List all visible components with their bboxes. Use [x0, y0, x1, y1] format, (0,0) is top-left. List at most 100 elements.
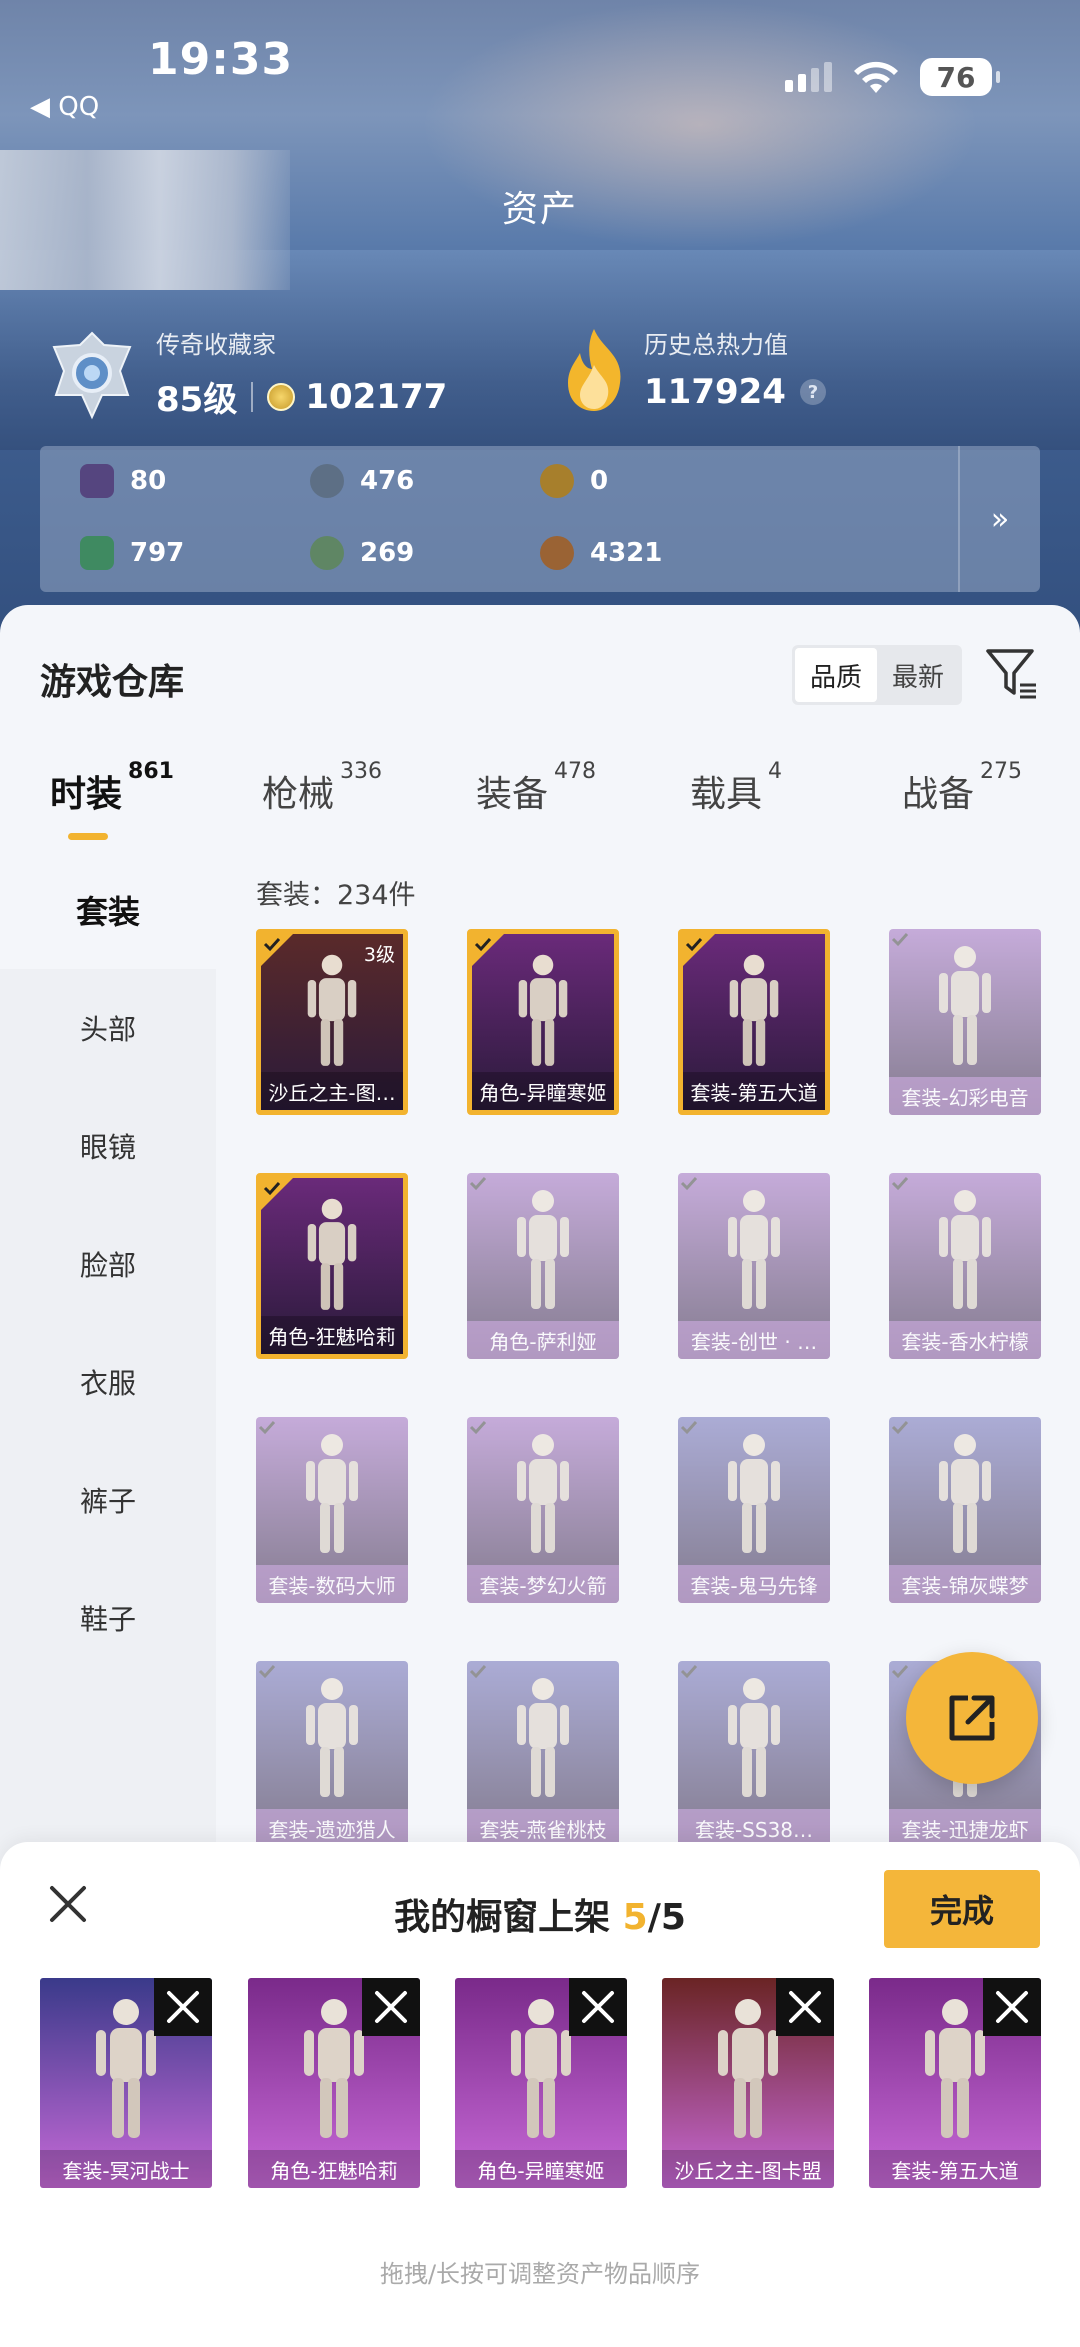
item-label: 套装-鬼马先锋 [678, 1565, 830, 1603]
sidebar-item-glasses[interactable]: 眼镜 [0, 1087, 216, 1205]
signal-icon [785, 62, 832, 92]
resource-green-card: 797 [80, 536, 184, 570]
checkmark-icon [469, 1176, 487, 1191]
rank-stat[interactable]: 传奇收藏家 85级 102177 [42, 325, 447, 425]
tab-label: 载具 [690, 774, 763, 815]
warehouse-item[interactable]: 沙丘之主-图… 3级 [256, 929, 408, 1115]
checkmark-icon [472, 934, 504, 966]
sidebar-item-shoes[interactable]: 鞋子 [0, 1559, 216, 1677]
player-level: 85级 [156, 380, 238, 420]
warehouse-item[interactable]: 套装-燕雀桃枝 [467, 1661, 619, 1847]
sort-newest-button[interactable]: 最新 [877, 648, 959, 702]
close-icon [789, 1991, 821, 2023]
resource-value: 797 [130, 538, 185, 568]
close-icon [996, 1991, 1028, 2023]
tab-label: 枪械 [262, 774, 335, 815]
sidebar-item-clothes[interactable]: 衣服 [0, 1323, 216, 1441]
tab-firearms[interactable]: 枪械336 [262, 759, 382, 817]
warehouse-title: 游戏仓库 [40, 662, 185, 703]
resources-more-button[interactable]: » [958, 446, 1040, 592]
filter-icon[interactable] [984, 645, 1040, 701]
resource-value: 0 [590, 466, 609, 496]
asset-page: 19:33 ◀ QQ 76 资产 传奇收藏家 85级 102177 历史总热力值… [0, 0, 1080, 2347]
remove-item-button[interactable] [569, 1978, 627, 2036]
checkmark-icon [258, 1420, 276, 1435]
remove-item-button[interactable] [154, 1978, 212, 2036]
flame-icon [568, 329, 621, 411]
showcase-item[interactable]: 角色-异瞳寒姬 [455, 1978, 627, 2188]
warehouse-item[interactable]: 套装-遗迹猎人 [256, 1661, 408, 1847]
sidebar-item-suit[interactable]: 套装 [0, 851, 216, 969]
tab-count: 336 [340, 759, 383, 784]
active-tab-indicator [68, 833, 108, 840]
item-label: 套装-数码大师 [256, 1565, 408, 1603]
sidebar-item-face[interactable]: 脸部 [0, 1205, 216, 1323]
warehouse-item[interactable]: 套装-SS38… [678, 1661, 830, 1847]
remove-item-button[interactable] [776, 1978, 834, 2036]
heat-stat[interactable]: 历史总热力值 117924 ? [558, 325, 826, 415]
reorder-hint: 拖拽/长按可调整资产物品顺序 [379, 2260, 701, 2288]
resource-gold-medal: 0 [540, 464, 608, 498]
checkmark-icon [261, 934, 293, 966]
showcase-sheet: 我的橱窗上架 5/5 完成 套装-冥河战士 角色-狂魅哈莉 角色-异瞳寒姬 沙丘之主-… [0, 1842, 1080, 2347]
checkmark-icon [469, 1420, 487, 1435]
sidebar-item-head[interactable]: 头部 [0, 969, 216, 1087]
card-icon [80, 464, 114, 498]
checkmark-icon [261, 1178, 293, 1210]
stat-divider [251, 381, 254, 412]
warehouse-item[interactable]: 套装-幻彩电音 [889, 929, 1041, 1115]
share-icon [949, 1695, 995, 1741]
done-button[interactable]: 完成 [884, 1870, 1040, 1948]
back-to-qq-link[interactable]: ◀ QQ [30, 92, 99, 122]
resource-panel[interactable]: 80 476 0 797 269 4321 » [40, 446, 1040, 592]
resource-value: 4321 [590, 538, 663, 568]
close-icon [582, 1991, 614, 2023]
heat-label: 历史总热力值 [644, 331, 788, 359]
resource-token: 476 [310, 464, 414, 498]
tab-fashion[interactable]: 时装861 [50, 759, 174, 817]
warehouse-item[interactable]: 角色-狂魅哈莉 [256, 1173, 408, 1359]
showcase-item[interactable]: 套装-第五大道 [869, 1978, 1041, 2188]
showcase-item[interactable]: 角色-狂魅哈莉 [248, 1978, 420, 2188]
category-tabs: 时装861 枪械336 装备478 载具4 战备275 [0, 759, 1080, 825]
warehouse-item[interactable]: 套装-鬼马先锋 [678, 1417, 830, 1603]
warehouse-item[interactable]: 角色-异瞳寒姬 [467, 929, 619, 1115]
warehouse-item[interactable]: 套装-第五大道 [678, 929, 830, 1115]
remove-item-button[interactable] [983, 1978, 1041, 2036]
item-label: 套装-第五大道 [683, 1072, 825, 1110]
token-icon [310, 464, 344, 498]
warehouse-item[interactable]: 套装-香水柠檬 [889, 1173, 1041, 1359]
tab-label: 装备 [476, 774, 549, 815]
item-label: 沙丘之主-图… [261, 1072, 403, 1110]
tab-combat-gear[interactable]: 战备275 [902, 759, 1022, 817]
warehouse-item[interactable]: 角色-萨利娅 [467, 1173, 619, 1359]
warehouse-item[interactable]: 套装-梦幻火箭 [467, 1417, 619, 1603]
item-label: 套装-创世 · … [678, 1321, 830, 1359]
share-fab[interactable] [906, 1652, 1038, 1784]
resource-value: 269 [360, 538, 415, 568]
sort-quality-button[interactable]: 品质 [795, 648, 877, 702]
gold-medal-icon [540, 464, 574, 498]
remove-item-button[interactable] [362, 1978, 420, 2036]
showcase-item-label: 角色-狂魅哈莉 [248, 2150, 420, 2188]
warehouse-item[interactable]: 套装-创世 · … [678, 1173, 830, 1359]
bronze-coin-icon [540, 536, 574, 570]
rank-badge-icon [52, 331, 132, 420]
hero-header: 19:33 ◀ QQ 76 资产 传奇收藏家 85级 102177 历史总热力值… [0, 0, 1080, 640]
tab-vehicles[interactable]: 载具4 [690, 759, 782, 817]
warehouse-item[interactable]: 套装-数码大师 [256, 1417, 408, 1603]
sidebar-item-pants[interactable]: 裤子 [0, 1441, 216, 1559]
item-label: 套装-梦幻火箭 [467, 1565, 619, 1603]
heat-value: 117924 [644, 372, 786, 412]
showcase-item-label: 套装-冥河战士 [40, 2150, 212, 2188]
help-icon[interactable]: ? [799, 379, 826, 405]
tab-count: 478 [554, 759, 597, 784]
tab-equipment[interactable]: 装备478 [476, 759, 596, 817]
battery-indicator: 76 [920, 58, 1000, 96]
item-label: 套装-香水柠檬 [889, 1321, 1041, 1359]
warehouse-item[interactable]: 套装-锦灰蝶梦 [889, 1417, 1041, 1603]
resource-bronze-coin: 4321 [540, 536, 662, 570]
checkmark-icon [680, 1176, 698, 1191]
showcase-item[interactable]: 沙丘之主-图卡盟 [662, 1978, 834, 2188]
showcase-item[interactable]: 套装-冥河战士 [40, 1978, 212, 2188]
